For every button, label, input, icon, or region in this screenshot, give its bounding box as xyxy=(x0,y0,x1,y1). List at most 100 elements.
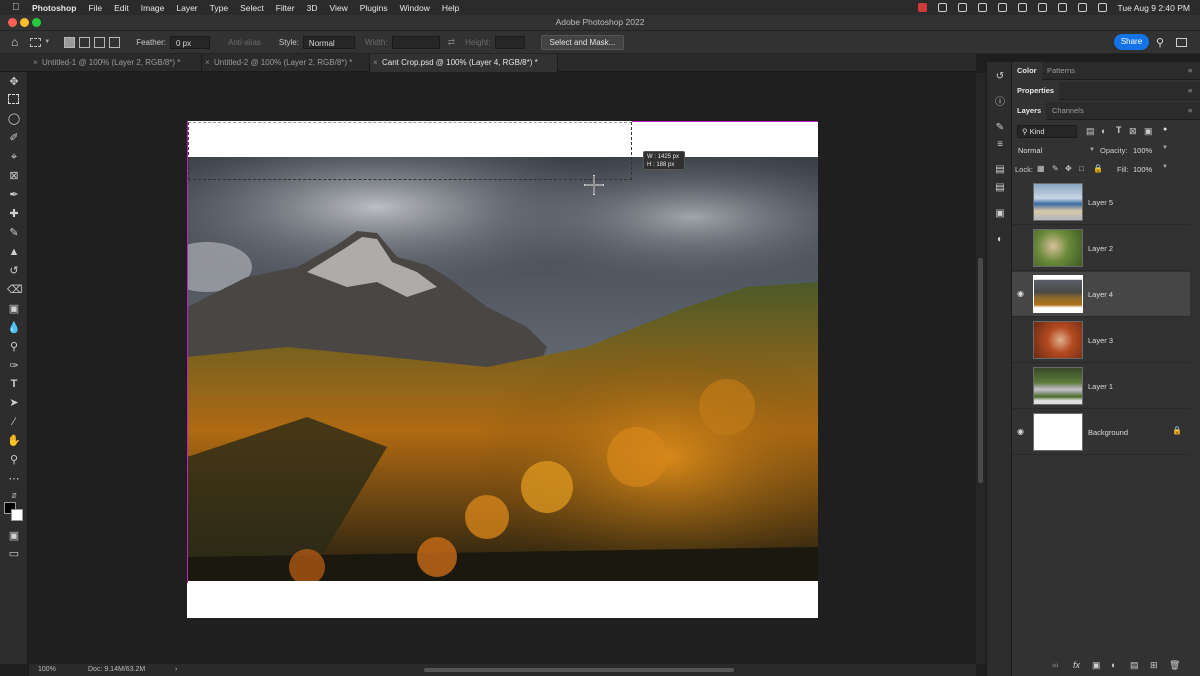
add-selection-icon[interactable] xyxy=(79,36,91,48)
blur-tool-icon[interactable]: 💧 xyxy=(7,321,21,335)
type-tool-icon[interactable]: T xyxy=(7,377,21,391)
layer-name[interactable]: Layer 1 xyxy=(1088,364,1113,409)
layer-style-icon[interactable]: fx xyxy=(1073,660,1080,670)
control-center-icon[interactable] xyxy=(1077,3,1087,12)
smart-object-filter-icon[interactable]: ▣ xyxy=(1144,126,1153,137)
minimize-window-icon[interactable] xyxy=(20,18,29,27)
layer-row-layer-3[interactable]: Layer 3 xyxy=(1012,318,1190,363)
lock-position-icon[interactable]: ✥ xyxy=(1065,164,1072,173)
brush-tool-icon[interactable]: ✎ xyxy=(7,226,21,240)
clone-stamp-tool-icon[interactable]: ▲ xyxy=(7,245,21,259)
close-tab-icon[interactable]: × xyxy=(373,54,378,72)
layer-row-layer-2[interactable]: Layer 2 xyxy=(1012,226,1190,271)
search-icon[interactable]: ⚲ xyxy=(1156,36,1164,49)
tab-properties[interactable]: Properties xyxy=(1012,82,1060,100)
share-button[interactable]: Share xyxy=(1114,34,1149,50)
style-select[interactable]: Normal xyxy=(302,35,355,49)
wifi-icon[interactable] xyxy=(1037,3,1047,12)
bluetooth-icon[interactable] xyxy=(997,3,1007,12)
shape-filter-icon[interactable]: ⊠ xyxy=(1129,126,1137,137)
tab-channels[interactable]: Channels xyxy=(1047,102,1089,120)
close-tab-icon[interactable]: × xyxy=(205,54,210,72)
screen-icon[interactable] xyxy=(957,3,967,12)
siri-icon[interactable] xyxy=(1097,3,1107,12)
layer-name[interactable]: Layer 3 xyxy=(1088,318,1113,363)
menu-plugins[interactable]: Plugins xyxy=(360,3,388,13)
creative-cloud-icon[interactable] xyxy=(937,3,947,12)
chevron-down-icon[interactable]: ▼ xyxy=(1162,145,1168,151)
horizontal-scrollbar[interactable] xyxy=(424,668,734,672)
pen-tool-icon[interactable]: ✑ xyxy=(7,359,21,373)
healing-brush-tool-icon[interactable]: ✚ xyxy=(7,207,21,221)
marquee-selection[interactable] xyxy=(188,122,632,180)
more-tools-icon[interactable]: ⋯ xyxy=(7,472,21,486)
visibility-eye-icon[interactable]: ◉ xyxy=(1017,427,1024,436)
zoom-tool-icon[interactable]: ⚲ xyxy=(7,453,21,467)
record-icon[interactable] xyxy=(917,3,927,12)
menu-view[interactable]: View xyxy=(329,3,347,13)
menu-window[interactable]: Window xyxy=(400,3,430,13)
intersect-selection-icon[interactable] xyxy=(109,36,121,48)
notes-icon[interactable]: ▤ xyxy=(994,182,1006,194)
gradient-tool-icon[interactable]: ▣ xyxy=(7,302,21,316)
status-menu-arrow[interactable]: › xyxy=(175,664,177,676)
history-icon[interactable]: ↺ xyxy=(994,71,1006,83)
search-icon[interactable] xyxy=(1057,3,1067,12)
vertical-scrollbar[interactable] xyxy=(976,73,986,664)
type-filter-icon[interactable]: T xyxy=(1116,125,1122,135)
vertical-scroll-thumb[interactable] xyxy=(978,258,983,483)
feather-input[interactable]: 0 px xyxy=(170,35,210,49)
link-layers-icon[interactable]: ∞ xyxy=(1052,660,1058,670)
path-selection-tool-icon[interactable]: ➤ xyxy=(7,396,21,410)
lock-all-icon[interactable]: 🔒 xyxy=(1093,164,1103,173)
adjustment-filter-icon[interactable]: ◐ xyxy=(1101,126,1106,136)
layer-name[interactable]: Background xyxy=(1088,410,1128,455)
antialias-checkbox[interactable]: Anti-alias xyxy=(228,38,261,47)
subtract-selection-icon[interactable] xyxy=(94,36,106,48)
rectangular-marquee-tool-icon[interactable] xyxy=(8,94,19,104)
eraser-tool-icon[interactable]: ⌫ xyxy=(7,283,23,297)
tab-untitled-2[interactable]: × Untitled-2 @ 100% (Layer 2, RGB/8*) * xyxy=(202,54,370,72)
layer-row-layer-4[interactable]: ◉ Layer 4 xyxy=(1012,272,1190,317)
menu-layer[interactable]: Layer xyxy=(176,3,197,13)
menu-3d[interactable]: 3D xyxy=(307,3,318,13)
swap-icon[interactable]: ⇄ xyxy=(448,37,456,48)
hand-tool-icon[interactable]: ✋ xyxy=(7,434,21,448)
tab-patterns[interactable]: Patterns xyxy=(1042,62,1080,80)
home-icon[interactable]: ⌂ xyxy=(11,35,18,49)
info-icon[interactable]: ⓘ xyxy=(994,97,1006,109)
quick-selection-tool-icon[interactable]: ✐ xyxy=(7,131,21,145)
tab-color[interactable]: Color xyxy=(1012,62,1042,80)
trash-icon[interactable]: 🗑 xyxy=(1169,660,1180,671)
eyedropper-tool-icon[interactable]: ✒ xyxy=(7,188,21,202)
menu-select[interactable]: Select xyxy=(240,3,264,13)
layer-row-layer-1[interactable]: Layer 1 xyxy=(1012,364,1190,409)
brush-settings-icon[interactable]: ✎ xyxy=(994,122,1006,134)
libraries-icon[interactable]: ▤ xyxy=(994,164,1006,176)
screen-mode-icon[interactable]: ▭ xyxy=(7,547,21,561)
line-tool-icon[interactable]: ∕ xyxy=(7,415,21,429)
lock-artboard-icon[interactable]: □ xyxy=(1079,164,1084,173)
new-layer-icon[interactable]: ⊞ xyxy=(1150,660,1158,671)
chevron-down-icon[interactable]: ▼ xyxy=(44,39,50,45)
adjustments-icon[interactable]: ≡ xyxy=(994,139,1006,151)
select-and-mask-button[interactable]: Select and Mask... xyxy=(540,34,625,50)
zoom-window-icon[interactable] xyxy=(32,18,41,27)
opacity-input[interactable]: 100% xyxy=(1133,144,1152,157)
marquee-preset-icon[interactable] xyxy=(30,37,42,47)
height-input[interactable] xyxy=(494,35,525,49)
menu-image[interactable]: Image xyxy=(141,3,165,13)
panel-menu-icon[interactable]: ≡ xyxy=(1188,62,1192,80)
pixel-filter-icon[interactable]: ▤ xyxy=(1086,126,1095,137)
battery-icon[interactable] xyxy=(1017,3,1027,12)
close-window-icon[interactable] xyxy=(8,18,17,27)
layer-name[interactable]: Layer 4 xyxy=(1088,272,1113,317)
navigator-icon[interactable]: ▣ xyxy=(994,208,1006,220)
apple-icon[interactable]:  xyxy=(12,2,26,13)
layer-filter-select[interactable]: ⚲ Kind xyxy=(1017,125,1077,138)
workspace-icon[interactable] xyxy=(1176,38,1187,47)
background-color-swatch[interactable] xyxy=(11,509,23,521)
history-brush-tool-icon[interactable]: ↺ xyxy=(7,264,21,278)
layer-name[interactable]: Layer 5 xyxy=(1088,180,1113,225)
quick-mask-icon[interactable]: ▣ xyxy=(7,529,21,543)
